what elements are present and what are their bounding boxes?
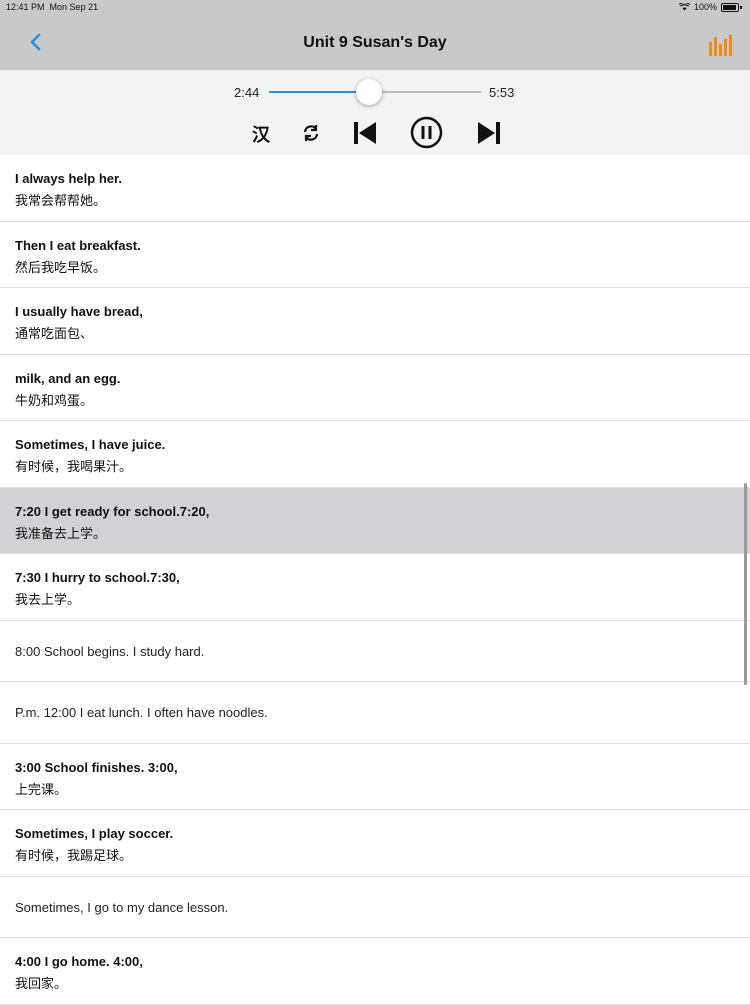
previous-icon[interactable] (353, 121, 377, 145)
sentence-english: Then I eat breakfast. (15, 237, 141, 253)
sentence-row[interactable]: Then I eat breakfast. 然后我吃早饭。 (0, 222, 750, 288)
sentence-row[interactable]: 4:00 I go home. 4:00, 我回家。 (0, 938, 750, 1005)
sentence-english: 8:00 School begins. I study hard. (15, 643, 205, 659)
duration-time: 5:53 (489, 85, 515, 100)
sentence-english: 7:20 I get ready for school.7:20, (15, 503, 210, 519)
sentence-english: Sometimes, I play soccer. (15, 826, 174, 841)
current-time: 2:44 (234, 85, 260, 100)
sentence-english: I usually have bread, (15, 304, 143, 319)
sentence-english: Sometimes, I have juice. (15, 437, 166, 452)
pause-icon[interactable] (410, 116, 443, 149)
sentence-chinese: 我回家。 (15, 977, 68, 992)
sentence-english: 3:00 School finishes. 3:00, (15, 759, 178, 775)
battery-icon (721, 2, 739, 12)
sentence-chinese: 我常会帮帮她。 (15, 194, 107, 209)
sentence-row[interactable]: 8:00 School begins. I study hard. (0, 621, 750, 682)
sentence-chinese: 然后我吃早饭。 (15, 260, 107, 276)
equalizer-icon[interactable] (708, 34, 732, 56)
sentence-row[interactable]: P.m. 12:00 I eat lunch. I often have noo… (0, 682, 750, 744)
sentence-row[interactable]: Sometimes, I have juice. 有时候，我喝果汁。 (0, 421, 750, 488)
sentence-row[interactable]: I usually have bread, 通常吃面包、 (0, 288, 750, 355)
sentence-english: P.m. 12:00 I eat lunch. I often have noo… (15, 705, 268, 720)
sentence-english: I always help her. (15, 171, 122, 186)
sentence-english: milk, and an egg. (15, 370, 121, 386)
battery-percent: 100% (693, 2, 717, 12)
sentence-english: 7:30 I hurry to school.7:30, (15, 570, 180, 585)
progress-fill (269, 91, 369, 93)
sentence-row[interactable]: 7:30 I hurry to school.7:30, 我去上学。 (0, 554, 750, 621)
progress-knob[interactable] (355, 79, 382, 105)
sentence-row[interactable]: 3:00 School finishes. 3:00, 上完课。 (0, 744, 750, 810)
status-right: 100% (678, 2, 742, 12)
sentence-row[interactable]: Sometimes, I go to my dance lesson. (0, 877, 750, 938)
repeat-icon[interactable] (301, 123, 321, 143)
translate-toggle-button[interactable]: 汉 (252, 121, 270, 147)
audio-player: 2:44 5:53 汉 (0, 70, 750, 155)
sentence-chinese: 上完课。 (15, 782, 68, 798)
sentence-chinese: 通常吃面包、 (15, 327, 94, 342)
sentence-row[interactable]: I always help her. 我常会帮帮她。 (0, 155, 750, 222)
wifi-icon (678, 3, 690, 11)
sentence-chinese: 牛奶和鸡蛋。 (15, 393, 94, 409)
sentence-list: I always help her. 我常会帮帮她。 Then I eat brea… (0, 155, 750, 1005)
status-bar: 12:41 PM Mon Sep 21 100% (0, 0, 750, 14)
sentence-english: Sometimes, I go to my dance lesson. (15, 899, 229, 915)
sentence-row[interactable]: 7:20 I get ready for school.7:20, 我准备去上学。 (0, 487, 750, 554)
sentence-chinese: 我准备去上学。 (15, 526, 107, 542)
sentence-chinese: 有时候，我喝果汁。 (15, 460, 133, 475)
scrollbar[interactable] (744, 483, 747, 685)
page-title: Unit 9 Susan's Day (303, 34, 447, 51)
next-icon[interactable] (477, 121, 501, 145)
sentence-english: 4:00 I go home. 4:00, (15, 954, 143, 969)
nav-bar: Unit 9 Susan's Day (0, 14, 750, 70)
sentence-row[interactable]: Sometimes, I play soccer. 有时候，我踢足球。 (0, 810, 750, 877)
sentence-row[interactable]: milk, and an egg. 牛奶和鸡蛋。 (0, 355, 750, 421)
status-time: 12:41 PM Mon Sep 21 (6, 2, 99, 12)
sentence-chinese: 我去上学。 (15, 593, 81, 608)
sentence-chinese: 有时候，我踢足球。 (15, 849, 133, 864)
